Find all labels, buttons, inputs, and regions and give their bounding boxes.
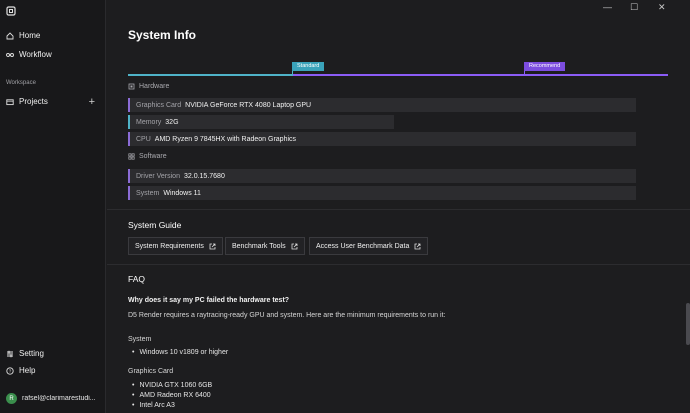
hardware-heading: Hardware — [128, 83, 169, 90]
list-item: NVIDIA GTX 1060 6GB — [132, 382, 212, 389]
sidebar-item-setting[interactable]: Setting — [6, 349, 44, 358]
button-label: System Requirements — [135, 242, 204, 250]
chip-icon — [128, 83, 135, 90]
system-requirements-button[interactable]: System Requirements — [128, 237, 223, 255]
list-item: AMD Radeon RX 6400 — [132, 392, 210, 399]
requirement-gauge: Standard Recommend — [128, 62, 668, 76]
sidebar-item-label: Workflow — [19, 50, 52, 59]
info-row-memory: Memory 32G — [128, 115, 394, 129]
app-logo-icon — [6, 6, 16, 16]
row-label: Driver Version — [136, 172, 180, 180]
scrollbar[interactable] — [686, 0, 690, 413]
row-value: NVIDIA GeForce RTX 4080 Laptop GPU — [185, 101, 312, 109]
faq-question: Why does it say my PC failed the hardwar… — [128, 297, 290, 304]
sidebar-item-label: Projects — [19, 97, 48, 106]
system-guide-heading: System Guide — [128, 220, 182, 230]
svg-text:?: ? — [9, 368, 12, 373]
gauge-line-standard — [128, 74, 293, 76]
row-bar — [128, 169, 130, 183]
sidebar-item-label: Home — [19, 31, 41, 40]
hardware-heading-label: Hardware — [139, 83, 170, 90]
info-row-system: System Windows 11 — [128, 186, 636, 200]
sidebar-item-home[interactable]: Home — [6, 31, 40, 40]
benchmark-tools-button[interactable]: Benchmark Tools — [225, 237, 305, 255]
row-label: System — [136, 189, 160, 197]
row-bar — [128, 98, 130, 112]
external-link-icon — [291, 243, 297, 249]
list-item: Windows 10 v1809 or higher — [132, 349, 228, 356]
faq-answer: D5 Render requires a raytracing-ready GP… — [128, 312, 446, 319]
row-value: Windows 11 — [163, 189, 201, 197]
page-title: System Info — [128, 28, 197, 42]
row-value: 32.0.15.7680 — [183, 172, 225, 180]
faq-heading: FAQ — [128, 274, 146, 284]
help-icon: ? — [6, 366, 14, 375]
external-link-icon — [414, 243, 421, 249]
info-row-cpu: CPU AMD Ryzen 9 7845HX with Radeon Graph… — [128, 132, 636, 146]
list-item: Intel Arc A3 — [132, 402, 174, 409]
row-bar — [128, 132, 130, 146]
external-link-icon — [209, 243, 216, 249]
scrollbar-thumb[interactable] — [686, 303, 690, 345]
software-icon — [128, 153, 135, 160]
sidebar-item-help[interactable]: ? Help — [6, 366, 35, 375]
divider — [107, 264, 690, 265]
home-icon — [6, 31, 14, 39]
main-content: System Info Standard Recommend Hardware … — [107, 0, 690, 413]
info-row-driver: Driver Version 32.0.15.7680 — [128, 169, 636, 183]
sidebar-item-projects[interactable]: Projects — [6, 97, 48, 106]
divider — [107, 209, 690, 210]
recommend-tag: Recommend — [524, 62, 566, 71]
add-project-button[interactable]: + — [89, 96, 95, 108]
software-heading: Software — [128, 153, 167, 160]
row-bar — [128, 115, 130, 129]
sidebar: Home Workflow Workspace Projects + Setti… — [0, 0, 106, 413]
system-subheading: System — [128, 336, 152, 343]
standard-tag: Standard — [292, 62, 325, 71]
button-label: Access User Benchmark Data — [316, 242, 410, 250]
row-label: Memory — [136, 118, 162, 126]
graphics-card-subheading: Graphics Card — [128, 368, 174, 375]
gauge-line-recommend — [293, 74, 668, 76]
access-user-benchmark-data-button[interactable]: Access User Benchmark Data — [309, 237, 429, 255]
settings-icon — [7, 350, 13, 357]
folder-icon — [6, 98, 14, 105]
info-row-graphics: Graphics Card NVIDIA GeForce RTX 4080 La… — [128, 98, 636, 112]
sidebar-item-label: Setting — [19, 349, 44, 358]
workflow-icon — [6, 52, 14, 57]
avatar: R — [6, 393, 17, 404]
row-bar — [128, 186, 130, 200]
row-label: Graphics Card — [136, 101, 182, 109]
workspace-label: Workspace — [6, 80, 36, 86]
row-label: CPU — [136, 135, 151, 143]
button-label: Benchmark Tools — [232, 242, 286, 250]
sidebar-item-label: Help — [19, 366, 36, 375]
user-name: rafsel@clarimarestudi... — [22, 395, 96, 402]
row-value: 32G — [165, 118, 179, 126]
software-heading-label: Software — [139, 153, 167, 160]
user-account[interactable]: R rafsel@clarimarestudi... — [6, 393, 102, 404]
sidebar-item-workflow[interactable]: Workflow — [6, 50, 52, 59]
row-value: AMD Ryzen 9 7845HX with Radeon Graphics — [154, 135, 297, 143]
